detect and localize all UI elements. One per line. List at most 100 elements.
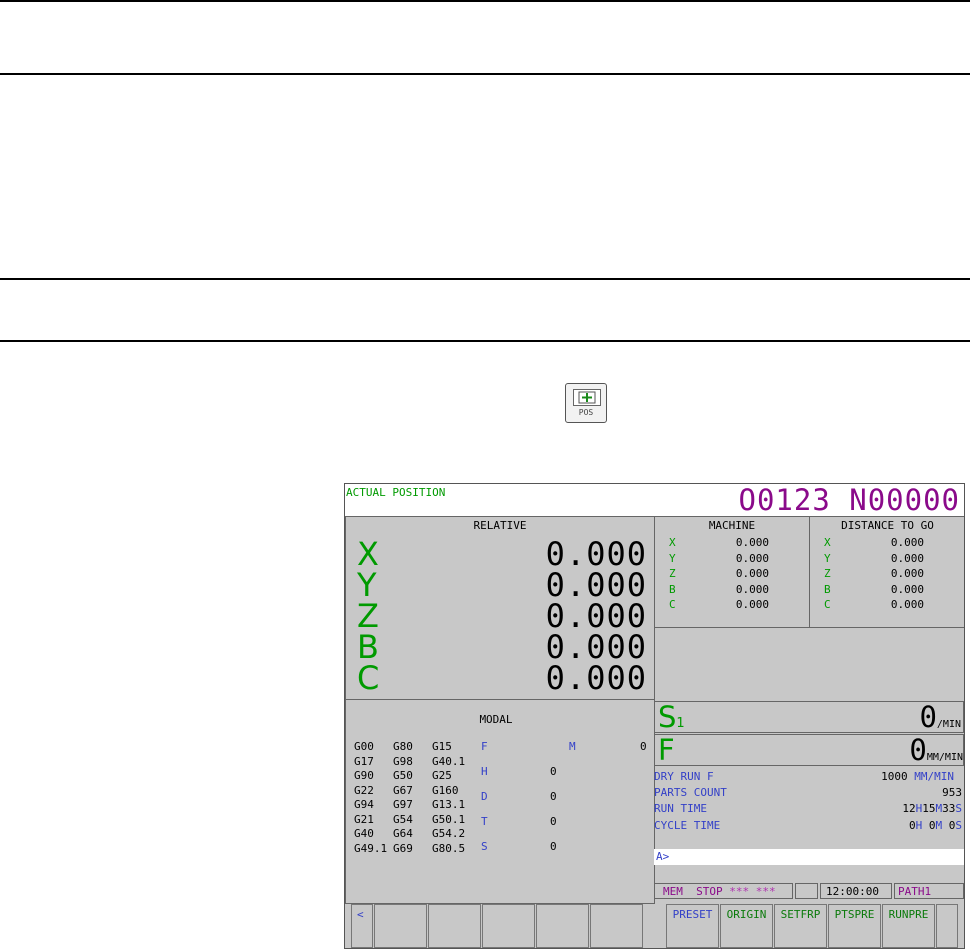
axis-value: 0.000 [890,536,924,549]
softkey-blank-2[interactable] [428,904,481,948]
mode-text: MEM [663,885,683,898]
axis-value: 0.000 [735,598,769,611]
run-minutes: 15 [922,802,936,815]
softkey-blank-4[interactable] [536,904,589,948]
softkey-ptspre[interactable]: PTSPRE [828,904,881,948]
state-text: STOP [696,885,723,898]
axis-label: Z [824,567,831,580]
top-rule [0,0,970,2]
modal-row: G22 G67 G160 [354,784,465,799]
alarm-text: *** *** [729,885,776,898]
screen-title: ACTUAL POSITION [346,486,446,499]
distance-row: C 0.000 [824,597,924,613]
softkey-back[interactable]: < [351,904,373,948]
spindle-value: 0 [919,700,937,734]
modal-g-codes: G00 G80 G15 G17 G98 G40.1 G90 G50 G25 G22 G67 G1… [354,740,465,856]
code-d-label: D [481,790,488,803]
status-path: PATH1 [898,885,932,898]
run-seconds: 33 [942,802,956,815]
run-time-value: 12H15M33S [902,802,962,815]
g-code: G54 [393,812,413,826]
distance-row: Y 0.000 [824,551,924,567]
input-line[interactable] [654,849,964,865]
axis-value: 0.000 [890,598,924,611]
modal-row: G49.1 G69 G80.5 [354,842,465,857]
softkey-setfrp[interactable]: SETFRP [774,904,827,948]
cycle-time-label: CYCLE TIME [654,819,721,832]
g-code: G69 [393,841,413,855]
g-code: G50.1 [432,812,466,826]
axis-label: Z [669,567,676,580]
feed-label: F [658,733,675,767]
g-code: G94 [354,798,374,811]
code-t-label: T [481,815,488,828]
g-code: G98 [393,754,413,768]
softkey-next[interactable] [936,904,958,948]
code-h-value: 0 [550,765,557,778]
relative-row: X 0.000 [357,538,647,570]
g-code: G21 [354,812,374,826]
axis-label: C [357,659,380,697]
softkey-blank-3[interactable] [482,904,535,948]
crosshair-icon [573,389,601,406]
modal-row: G40 G64 G54.2 [354,827,465,842]
run-hours: 12 [902,802,916,815]
axis-value: 0.000 [735,536,769,549]
dry-run-value: 1000 [881,770,908,783]
g-code: G160 [432,783,459,797]
softkey-origin[interactable]: ORIGIN [720,904,773,948]
machine-row: C 0.000 [669,597,769,613]
cycle-seconds-unit: S [955,819,962,832]
distance-row: Z 0.000 [824,566,924,582]
axis-label: C [669,598,676,611]
distance-row: X 0.000 [824,535,924,551]
g-code: G17 [354,754,374,768]
machine-title: MACHINE [708,519,756,532]
code-m-label: M [569,740,576,753]
axis-value: 0.000 [735,567,769,580]
distance-title: DISTANCE TO GO [841,519,934,532]
axis-label: X [669,536,676,549]
code-f-label: F [481,740,488,753]
spindle-unit: /MIN [936,719,961,730]
g-code: G25 [432,769,452,782]
spindle-box [654,701,964,733]
parts-count-value: 953 [942,786,962,799]
axis-value: 0.000 [735,582,769,596]
machine-row: Z 0.000 [669,566,769,582]
g-code: G40 [354,827,374,840]
cnc-screen: ACTUAL POSITION O0123 N00000 RELATIVE X … [344,483,965,949]
feed-readout: 0MM/MIN [909,735,963,765]
cycle-seconds: 0 [942,819,956,832]
spindle-letter: S [658,700,677,734]
code-m-value: 0 [640,740,647,753]
g-code: G49.1 [354,841,388,855]
axis-label: C [824,598,831,611]
input-prompt: A> [656,850,670,863]
cycle-time-value: 0H 0M 0S [909,819,962,832]
modal-row: G21 G54 G50.1 [354,813,465,828]
feed-unit: MM/MIN [926,752,963,763]
pos-key-icon[interactable]: POS [565,383,607,423]
dry-run-label: DRY RUN F [654,770,714,783]
run-time-label: RUN TIME [654,802,707,815]
rule-2 [0,73,970,75]
code-s-value: 0 [550,840,557,853]
modal-title: MODAL [479,713,513,726]
dry-run-readout: 1000 MM/MIN [881,770,954,783]
softkey-runpre[interactable]: RUNPRE [882,904,935,948]
code-s-label: S [481,840,488,853]
axis-value: 0.000 [890,567,924,580]
machine-row: X 0.000 [669,535,769,551]
g-code: G00 [354,740,374,753]
g-code: G90 [354,769,374,782]
modal-row: G90 G50 G25 [354,769,465,784]
spindle-sub: 1 [676,716,685,731]
softkey-preset[interactable]: PRESET [666,904,719,948]
cycle-minutes: 0 [922,819,936,832]
softkey-blank-1[interactable] [374,904,427,948]
modal-row: G00 G80 G15 [354,740,465,755]
pos-key-label: POS [578,408,594,417]
status-mode: MEM STOP *** *** [663,885,776,898]
softkey-blank-5[interactable] [590,904,643,948]
